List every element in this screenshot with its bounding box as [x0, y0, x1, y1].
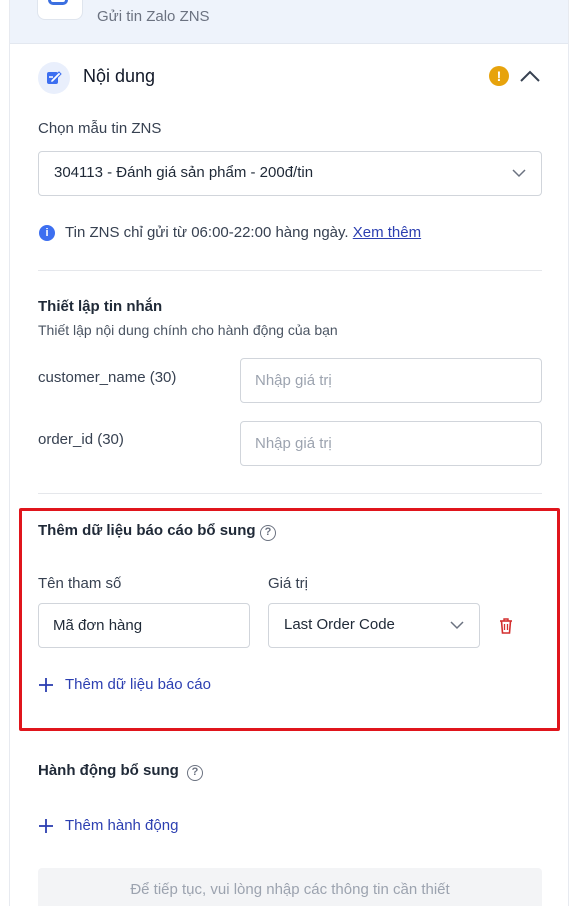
template-select[interactable]: 304113 - Đánh giá sản phẩm - 200đ/tin [38, 151, 542, 196]
extra-actions-title: Hành động bổ sung [38, 762, 179, 779]
value-column-label: Giá trị [268, 575, 309, 592]
add-report-data-button[interactable]: Thêm dữ liệu báo cáo [38, 675, 258, 697]
plus-icon [39, 819, 53, 833]
param-value-select[interactable]: Last Order Code [268, 603, 480, 648]
zalo-icon [37, 0, 83, 20]
order-id-input[interactable] [240, 421, 542, 466]
learn-more-link[interactable]: Xem thêm [353, 224, 421, 241]
customer-name-input[interactable] [240, 358, 542, 403]
continue-hint: Để tiếp tục, vui lòng nhập các thông tin… [38, 868, 542, 906]
plus-icon [39, 678, 53, 692]
chevron-down-icon [512, 169, 526, 178]
help-icon[interactable]: ? [260, 525, 276, 541]
message-setup-description: Thiết lập nội dung chính cho hành động c… [38, 322, 338, 338]
param-name-input[interactable] [38, 603, 250, 648]
section-title: Nội dung [83, 66, 156, 86]
info-icon: i [39, 225, 55, 241]
chevron-up-icon[interactable] [518, 66, 542, 86]
field-label-order-id: order_id (30) [38, 431, 124, 448]
content-section-header[interactable]: Nội dung ! [10, 56, 568, 100]
edit-icon [38, 62, 70, 94]
help-icon[interactable]: ? [187, 765, 203, 781]
report-data-title: Thêm dữ liệu báo cáo bổ sung [38, 522, 256, 539]
trash-icon[interactable] [498, 617, 514, 635]
step-label: Gửi tin Zalo ZNS [97, 8, 210, 25]
add-report-data-label: Thêm dữ liệu báo cáo [65, 676, 211, 693]
template-label: Chọn mẫu tin ZNS [38, 120, 162, 137]
field-label-customer-name: customer_name (30) [38, 369, 177, 386]
step-header[interactable]: Gửi tin Zalo ZNS [10, 0, 568, 44]
template-select-value: 304113 - Đánh giá sản phẩm - 200đ/tin [54, 164, 314, 181]
add-action-button[interactable]: Thêm hành động [38, 816, 218, 838]
divider [38, 493, 542, 494]
message-setup-title: Thiết lập tin nhắn [38, 298, 163, 315]
action-config-panel: Gửi tin Zalo ZNS Nội dung ! Chọn mẫu tin… [9, 0, 569, 906]
notice-text: Tin ZNS chỉ gửi từ 06:00-22:00 hàng ngày… [65, 224, 349, 241]
param-column-label: Tên tham số [38, 575, 122, 592]
add-action-label: Thêm hành động [65, 817, 179, 834]
param-value-selected: Last Order Code [284, 616, 395, 633]
chevron-down-icon [450, 621, 464, 630]
divider [38, 270, 542, 271]
warning-icon: ! [489, 66, 509, 86]
